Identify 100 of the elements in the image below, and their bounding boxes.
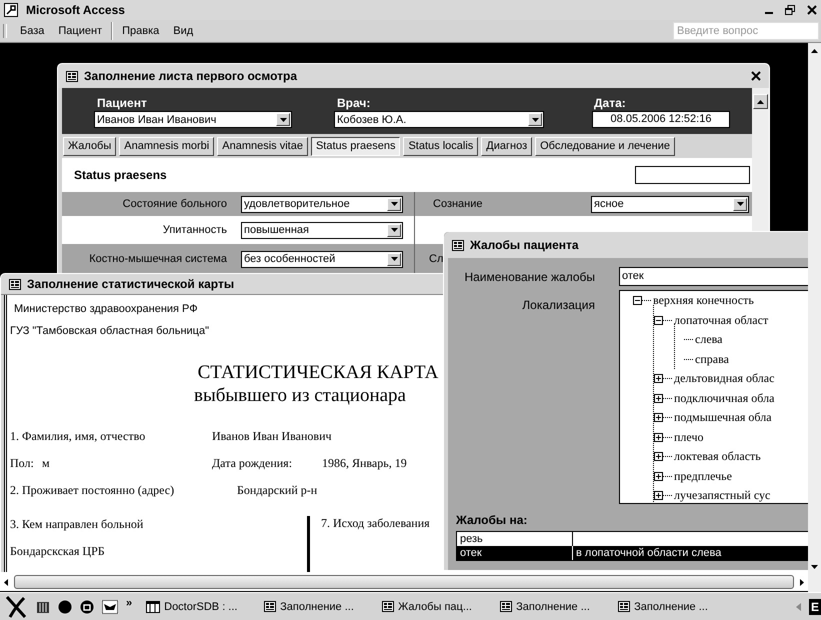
field-label: 7. Исход заболевания	[320, 516, 430, 532]
form-icon	[66, 70, 78, 82]
restore-icon[interactable]	[785, 5, 795, 15]
value-dropdown[interactable]: без особенностей	[241, 250, 403, 268]
value-dropdown[interactable]: удовлетворительное	[241, 196, 403, 212]
location-tree[interactable]: верхняя конечность лопаточная област слева справа дельтовидная облас подключичная обла подмышечная обла плечо локтевая область предплечье лучезапястный сус	[619, 290, 808, 504]
expand-icon[interactable]	[654, 432, 663, 442]
value-dropdown[interactable]: ясное	[591, 196, 749, 212]
expand-icon[interactable]	[654, 452, 663, 462]
report-heading: выбывшего из стационара	[193, 384, 407, 407]
tree-item[interactable]: подмышечная обла	[674, 410, 772, 426]
institution-text: Министерство здравоохранения РФ	[13, 303, 198, 317]
menu-item[interactable]: База	[13, 23, 52, 39]
tree-item[interactable]: подключичная обла	[674, 390, 774, 406]
patient-dropdown[interactable]: Иванов Иван Иванович	[94, 111, 292, 128]
expand-icon[interactable]	[654, 374, 663, 384]
expand-icon[interactable]	[654, 413, 663, 422]
caret-icon	[280, 118, 286, 122]
tree-item[interactable]: слева	[695, 332, 722, 348]
report-heading: СТАТИСТИЧЕСКАЯ КАРТА	[196, 361, 440, 384]
tab[interactable]: Диагноз	[481, 136, 532, 156]
field-label: Врач:	[336, 96, 372, 110]
menu-item[interactable]: Пациент	[51, 23, 110, 39]
window-title: Заполнение листа первого осмотра	[84, 69, 297, 83]
scroll-up-button[interactable]	[753, 94, 768, 109]
menu-item[interactable]: Вид	[166, 23, 200, 39]
field-label: 3. Кем направлен больной	[10, 516, 144, 533]
horizontal-scrollbar[interactable]	[0, 573, 808, 591]
doctor-dropdown[interactable]: Кобозев Ю.А.	[334, 111, 544, 128]
taskbar-button[interactable]: Заполнение ...	[264, 600, 374, 612]
tree-item[interactable]: дельтовидная облас	[674, 371, 774, 386]
caret-icon	[532, 118, 538, 122]
field-label: Сознание	[432, 198, 484, 210]
tree-item[interactable]: верхняя конечность	[653, 293, 754, 308]
tree-item[interactable]: предплечье	[674, 468, 732, 484]
tree-item[interactable]: справа	[695, 352, 729, 367]
expand-icon[interactable]	[654, 491, 663, 500]
date-field[interactable]: 08.05.2006 12:52:16	[592, 111, 730, 128]
field-label: Дата рождения:	[212, 456, 294, 471]
complaint-name-field[interactable]: отек	[619, 267, 808, 286]
tab[interactable]: Status localis	[403, 136, 478, 156]
field-value: Иванов Иван Иванович	[212, 429, 332, 444]
field-value: Бондарский р-н	[237, 483, 318, 498]
list-label: Жалобы на:	[455, 512, 528, 529]
institution-text: ГУЗ "Тамбовская областная больница"	[10, 325, 209, 339]
up-arrow-icon	[811, 49, 818, 53]
tree-item[interactable]: плечо	[674, 430, 704, 445]
window-title: Заполнение статистической карты	[27, 277, 234, 291]
help-search-field[interactable]: Введите вопрос	[673, 22, 819, 40]
complaint-row[interactable]: отек в лопаточной области слева	[457, 546, 808, 560]
caret-icon	[736, 202, 744, 206]
field-label: Состояние больного	[122, 198, 228, 210]
expand-icon[interactable]	[654, 394, 663, 403]
form-icon	[382, 601, 394, 612]
table-cell-text: в лопаточной области слева	[575, 546, 722, 560]
field-label: Наименование жалобы	[463, 270, 596, 284]
vertical-scrollbar[interactable]	[808, 43, 821, 592]
form-icon	[452, 240, 464, 250]
tab[interactable]: Жалобы	[63, 136, 116, 156]
tab[interactable]: Обследование и лечение	[535, 136, 675, 156]
caret-icon	[390, 202, 398, 206]
tree-item[interactable]: лучезапястный сус	[674, 488, 770, 503]
taskbar-button[interactable]: Заполнение ...	[500, 600, 610, 612]
left-arrow-icon	[4, 578, 8, 586]
tab[interactable]: Status praesens	[310, 136, 400, 156]
app-title: Microsoft Access	[26, 3, 125, 17]
language-indicator[interactable]: E	[808, 598, 821, 614]
more-button[interactable]: »	[126, 596, 132, 608]
collapse-icon[interactable]	[633, 296, 642, 306]
field-label: Пол:	[10, 456, 35, 471]
field-label: Сл	[428, 253, 444, 265]
field-label: Упитанность	[162, 224, 228, 236]
field-label: Костно-мышечная система	[88, 253, 228, 265]
text-field[interactable]	[635, 166, 750, 184]
right-arrow-icon	[800, 578, 804, 586]
field-value: Бондарскская ЦРБ	[10, 543, 106, 560]
app-key-icon	[4, 3, 18, 17]
taskbar-button[interactable]: Жалобы пац...	[382, 600, 492, 612]
tab[interactable]: Anamnesis morbi	[119, 136, 214, 156]
form-icon	[264, 601, 276, 612]
collapse-icon[interactable]	[654, 316, 663, 325]
menu-item[interactable]: Правка	[115, 23, 166, 39]
tree-item[interactable]: локтевая область	[674, 449, 761, 464]
database-icon	[146, 600, 160, 612]
close-icon[interactable]	[751, 71, 761, 81]
section-title: Status praesens	[74, 168, 167, 182]
value-dropdown[interactable]: повышенная	[241, 222, 403, 238]
field-label: Локализация	[521, 297, 596, 312]
tree-item[interactable]: лопаточная област	[674, 312, 768, 328]
expand-icon[interactable]	[654, 472, 663, 481]
tab[interactable]: Anamnesis vitae	[217, 136, 308, 156]
form-icon	[9, 278, 21, 290]
book-icon[interactable]	[36, 600, 50, 614]
taskbar-button[interactable]: DoctorSDB : ...	[146, 600, 256, 612]
taskbar-button[interactable]: Заполнение ...	[618, 600, 728, 612]
close-icon[interactable]	[807, 5, 817, 15]
form-icon	[500, 601, 512, 612]
down-arrow-icon	[811, 565, 818, 569]
field-label: 2. Проживает постоянно (адрес)	[10, 483, 176, 498]
start-icon[interactable]	[4, 594, 28, 618]
